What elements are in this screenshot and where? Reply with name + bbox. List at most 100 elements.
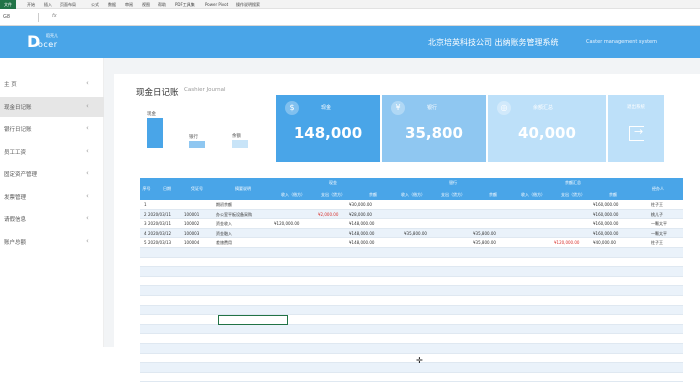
cell-c_in[interactable]: ¥120,000.00	[274, 221, 299, 226]
exit-arrow-icon: →	[634, 125, 644, 138]
sidebar-item-label: 银行日记账	[4, 127, 32, 133]
chart-bar-label: 银行	[189, 135, 198, 140]
ribbon-tab[interactable]: 页面布局	[60, 0, 76, 9]
sidebar-item-label: 发票管理	[4, 194, 27, 201]
ribbon-tab[interactable]: 帮助	[158, 0, 166, 9]
col-header-cash: 现金	[329, 180, 337, 185]
cell-summary[interactable]: 差旅费用	[216, 240, 232, 246]
ribbon-tab[interactable]: 视图	[142, 0, 150, 9]
sidebar-item[interactable]: 账户总额 ‹	[0, 232, 104, 252]
cell-seq[interactable]: 1	[144, 202, 147, 207]
page-title: 现金日记账	[136, 88, 179, 98]
sidebar-item-label: 主 页	[4, 82, 17, 88]
col-header-balance: 余额汇总	[565, 180, 581, 185]
cell-voucher[interactable]: 100002	[184, 221, 199, 226]
cell-b_bal[interactable]: ¥35,800.00	[473, 231, 496, 236]
col-subheader: 余额	[609, 192, 617, 197]
cell-b_in[interactable]: ¥35,800.00	[404, 231, 427, 236]
col-subheader: 收入（借方）	[281, 192, 305, 197]
ribbon-tab[interactable]: 文件	[0, 0, 16, 9]
cell-reference-box[interactable]: G8	[3, 14, 10, 20]
sidebar-item[interactable]: 现金日记账 ‹	[0, 96, 104, 117]
table-row	[140, 363, 683, 373]
cell-handler[interactable]: 桃儿子	[651, 212, 663, 218]
chart-bar-label: 现金	[147, 112, 156, 117]
cell-t_bal[interactable]: ¥160,000.00	[593, 231, 618, 236]
col-header-date: 日期	[163, 186, 171, 191]
table-row	[140, 324, 683, 335]
cell-seq[interactable]: 5	[144, 240, 147, 245]
cell-seq[interactable]: 4	[144, 231, 147, 236]
cell-date[interactable]: 2020/03/11	[148, 212, 171, 217]
journal-panel: 现金日记账 Cashier Journal 现金 银行 余额 $ 现金 148,000 ¥…	[114, 74, 700, 382]
cell-t_bal[interactable]: ¥160,000.00	[593, 212, 618, 217]
cell-c_bal[interactable]: ¥148,000.00	[349, 221, 374, 226]
cell-t_bal[interactable]: ¥160,000.00	[593, 202, 618, 207]
cell-voucher[interactable]: 100001	[184, 212, 199, 217]
cell-summary[interactable]: 资金收入	[216, 221, 232, 227]
col-subheader: 余额	[369, 192, 377, 197]
table-row: 1 期初余额 ¥30,000.00 ¥160,000.00 柱子王	[140, 200, 683, 210]
cell-c_out[interactable]: ¥2,000.00	[318, 212, 338, 217]
bank-icon: ¥	[391, 101, 405, 115]
ribbon-tab[interactable]: Power Pivot	[205, 0, 228, 9]
col-subheader: 余额	[489, 192, 497, 197]
cell-seq[interactable]: 3	[144, 221, 147, 226]
table-row	[140, 334, 683, 344]
cell-c_bal[interactable]: ¥30,000.00	[349, 202, 372, 207]
selected-cell[interactable]	[218, 315, 288, 325]
ribbon-tab[interactable]: 操作说明搜索	[236, 0, 260, 9]
ribbon-tab[interactable]: PDF工具集	[175, 0, 195, 9]
sidebar-item[interactable]: 发票管理 ‹	[0, 187, 104, 207]
ribbon-tab[interactable]: 公式	[91, 0, 99, 9]
card-value: 40,000	[518, 124, 576, 142]
fx-icon[interactable]: fx	[52, 13, 57, 19]
summary-card: $ 现金 148,000	[276, 95, 380, 162]
sidebar-item-label: 账户总额	[4, 239, 27, 246]
cell-summary[interactable]: 期初余额	[216, 202, 232, 208]
cell-b_bal[interactable]: ¥35,800.00	[473, 240, 496, 245]
sidebar-item[interactable]: 员工工资 ‹	[0, 142, 104, 162]
summary-card: ◎ 余额汇总 40,000	[488, 95, 606, 162]
ribbon-tab[interactable]: 插入	[44, 0, 52, 9]
cell-handler[interactable]: 一颗太平	[651, 221, 667, 227]
sidebar-item-label: 固定资产管理	[4, 172, 38, 178]
cell-c_bal[interactable]: ¥148,000.00	[349, 240, 374, 245]
logo-small-text: 稻壳儿	[46, 33, 58, 38]
cell-summary[interactable]: 资金融入	[216, 231, 232, 237]
cell-summary[interactable]: 办公室平板设备采购	[216, 212, 252, 218]
cell-c_bal[interactable]: ¥148,000.00	[349, 231, 374, 236]
cell-handler[interactable]: 柱子王	[651, 240, 663, 246]
cell-t_bal[interactable]: ¥160,000.00	[593, 221, 618, 226]
card-label: 余额汇总	[533, 105, 554, 111]
exit-button[interactable]: 退出系统 →	[608, 95, 664, 162]
sidebar-item[interactable]: 银行日记账 ‹	[0, 119, 104, 139]
table-row	[140, 267, 683, 277]
cell-c_bal[interactable]: ¥28,000.00	[349, 212, 372, 217]
cell-seq[interactable]: 2	[144, 212, 147, 217]
cell-handler[interactable]: 柱子王	[651, 202, 663, 208]
chart-bar	[147, 118, 163, 148]
header-title: 北京培英科技公司 出纳账务管理系统	[428, 38, 559, 47]
col-header-handler: 经办人	[652, 186, 664, 191]
cell-date[interactable]: 2020/03/11	[148, 221, 171, 226]
cell-date[interactable]: 2020/03/13	[148, 240, 171, 245]
cell-voucher[interactable]: 100003	[184, 231, 199, 236]
ribbon-tab[interactable]: 数据	[108, 0, 116, 9]
ribbon-tab[interactable]: 开始	[27, 0, 35, 9]
cell-t_out[interactable]: ¥120,000.00	[554, 240, 579, 245]
cell-date[interactable]: 2020/03/12	[148, 231, 171, 236]
cell-handler[interactable]: 一颗太平	[651, 231, 667, 237]
sidebar-item-label: 现金日记账	[4, 104, 32, 111]
col-subheader: 支出（贷方）	[321, 192, 345, 197]
cell-voucher[interactable]: 100004	[184, 240, 199, 245]
cell-t_bal[interactable]: ¥40,000.00	[593, 240, 616, 245]
chevron-left-icon: ‹	[86, 101, 89, 110]
sidebar-item[interactable]: 请假信息 ‹	[0, 209, 104, 229]
ribbon-tabs: 文件 开始 插入 页面布局 公式 数据 审阅 视图 帮助 PDF工具集 Power Pivot 操作说…	[0, 0, 700, 9]
ribbon-tab[interactable]: 审阅	[125, 0, 133, 9]
table-header: 序号 日期 凭证号 摘要说明 现金 银行 余额汇总 经办人 收入（借方） 支出（贷方） 余额 收入（借…	[140, 178, 683, 200]
sidebar-item[interactable]: 主 页 ‹	[0, 74, 104, 94]
sidebar-item[interactable]: 固定资产管理 ‹	[0, 164, 104, 184]
col-subheader: 收入（借方）	[401, 192, 425, 197]
